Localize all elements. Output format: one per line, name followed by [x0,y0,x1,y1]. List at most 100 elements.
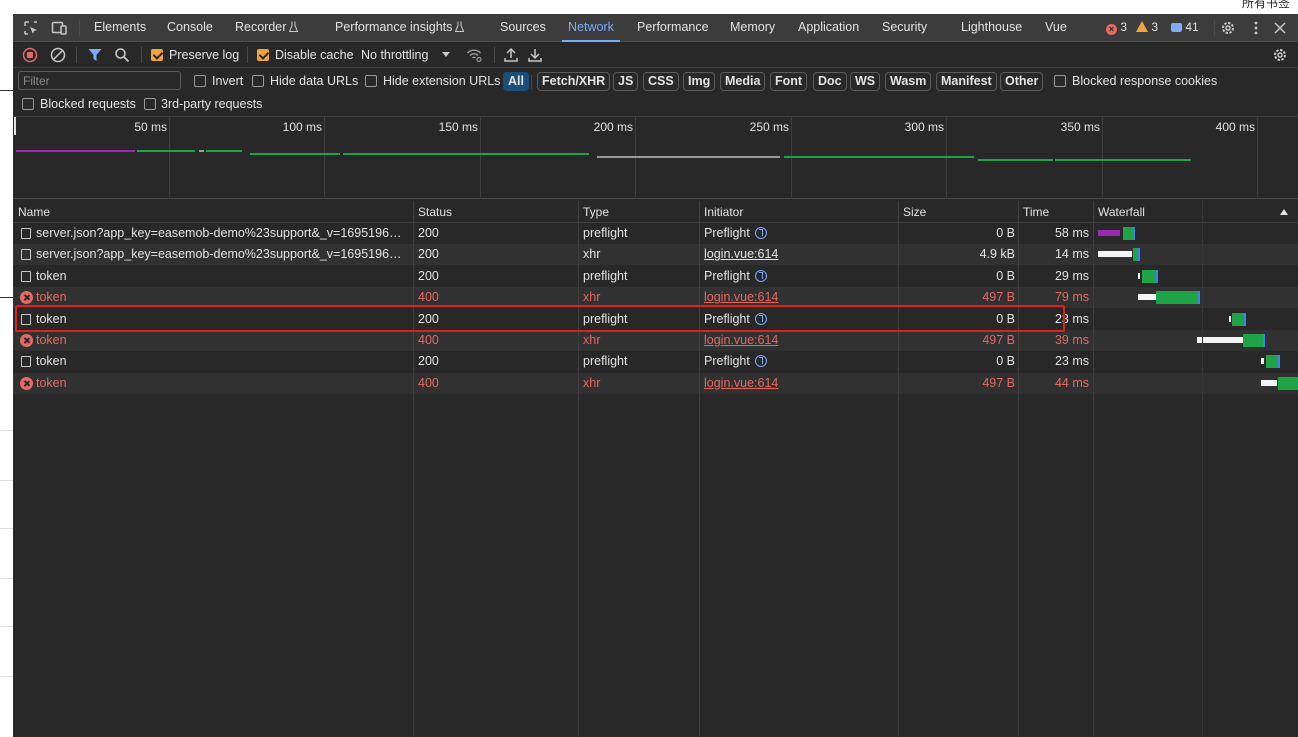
type-filter-font[interactable]: Font [770,72,808,91]
waterfall-bar[interactable] [1142,269,1156,283]
disable-cache-checkbox[interactable] [257,49,269,61]
waterfall-bar[interactable] [1133,227,1135,240]
all-bookmarks-label[interactable]: 所有书签 [1242,0,1290,11]
request-name[interactable]: token [36,287,408,308]
type-filter-wasm[interactable]: Wasm [885,72,932,91]
more-options-icon[interactable] [1248,20,1264,36]
waterfall-bar[interactable] [1156,269,1158,283]
type-filter-manifest[interactable]: Manifest [936,72,997,91]
waterfall-bar[interactable] [1138,294,1156,301]
waterfall-bar[interactable] [1261,358,1264,365]
tab-memory[interactable]: Memory [730,14,775,41]
waterfall-bar[interactable] [1098,251,1132,258]
type-filter-css[interactable]: CSS [643,72,679,91]
sort-ascending-icon[interactable] [1280,209,1288,215]
table-row[interactable]: token 200 preflight Preflight 0 B 23 ms [13,351,1298,373]
request-name[interactable]: token [36,309,408,330]
network-settings-gear-icon[interactable] [1272,47,1288,63]
waterfall-bar[interactable] [1266,355,1278,369]
tab-lighthouse[interactable]: Lighthouse [961,14,1022,41]
invert-checkbox[interactable] [194,75,206,87]
column-header-name[interactable]: Name [13,201,413,223]
preflight-link-icon[interactable] [754,269,767,282]
waterfall-bar[interactable] [1098,230,1120,236]
tab-elements[interactable]: Elements [94,14,146,41]
filter-funnel-icon[interactable] [87,47,103,63]
table-row[interactable]: server.json?app_key=easemob-demo%23suppo… [13,244,1298,266]
waterfall-bar[interactable] [1138,272,1140,279]
preflight-link-icon[interactable] [754,312,767,325]
column-header-waterfall[interactable]: Waterfall [1093,201,1293,223]
waterfall-bar[interactable] [1198,291,1200,305]
throttling-select[interactable]: No throttling [361,42,428,68]
column-header-status[interactable]: Status [413,201,578,223]
waterfall-bar[interactable] [1278,376,1298,390]
preserve-log-checkbox[interactable] [151,49,163,61]
preflight-link-icon[interactable] [754,355,767,368]
request-name[interactable]: token [36,373,408,394]
waterfall-bar[interactable] [1261,379,1277,386]
request-name[interactable]: token [36,351,408,372]
clear-icon[interactable] [50,47,66,63]
tab-sources[interactable]: Sources [500,14,546,41]
type-filter-doc[interactable]: Doc [813,72,847,91]
blocked-requests-checkbox[interactable] [22,98,34,110]
message-count-badge[interactable]: 41 [1171,14,1199,41]
waterfall-bar[interactable] [1278,355,1280,369]
warning-count-badge[interactable]: 3 [1136,14,1158,41]
request-name[interactable]: token [36,266,408,287]
table-row[interactable]: token 200 preflight Preflight 0 B 23 ms [13,308,1298,330]
column-header-size[interactable]: Size [898,201,1018,223]
type-filter-ws[interactable]: WS [850,72,881,91]
settings-gear-icon[interactable] [1220,20,1236,36]
search-icon[interactable] [114,47,130,63]
hide-data-urls-checkbox[interactable] [252,75,264,87]
tab-vue[interactable]: Vue [1045,14,1067,41]
tab-application[interactable]: Application [798,14,859,41]
waterfall-bar[interactable] [1156,291,1198,305]
network-overview-timeline[interactable]: 50 ms 100 ms 150 ms 200 ms 250 ms 300 ms… [13,117,1298,199]
column-header-initiator[interactable]: Initiator [699,201,898,223]
blocked-response-cookies-checkbox[interactable] [1054,75,1066,87]
request-name[interactable]: server.json?app_key=easemob-demo%23suppo… [36,223,408,244]
table-row[interactable]: token 400 xhr login.vue:614 497 B 39 ms [13,330,1298,351]
column-header-time[interactable]: Time [1018,201,1094,223]
inspect-element-icon[interactable] [23,20,39,36]
hide-extension-urls-checkbox[interactable] [365,75,377,87]
filter-input[interactable] [18,71,181,90]
type-filter-img[interactable]: Img [683,72,716,91]
export-har-icon[interactable] [527,47,543,63]
waterfall-bar[interactable] [1244,312,1246,326]
request-initiator-link[interactable]: login.vue:614 [704,373,894,394]
device-toolbar-icon[interactable] [51,20,67,36]
tab-recorder[interactable]: Recorder [235,14,299,41]
tab-security[interactable]: Security [882,14,927,41]
preflight-link-icon[interactable] [754,227,767,239]
column-header-type[interactable]: Type [578,201,699,223]
third-party-requests-checkbox[interactable] [144,98,156,110]
tab-performance-insights[interactable]: Performance insights [335,14,465,41]
tab-console[interactable]: Console [167,14,213,41]
type-filter-js[interactable]: JS [613,72,639,91]
type-filter-other[interactable]: Other [1000,72,1044,91]
table-row[interactable]: server.json?app_key=easemob-demo%23suppo… [13,223,1298,244]
type-filter-all[interactable]: All [503,72,529,91]
network-conditions-icon[interactable] [466,47,482,63]
import-har-icon[interactable] [503,47,519,63]
tab-performance[interactable]: Performance [637,14,709,41]
waterfall-bar[interactable] [1243,334,1263,347]
waterfall-bar[interactable] [1232,312,1244,326]
table-row[interactable]: token 200 preflight Preflight 0 B 29 ms [13,265,1298,287]
waterfall-bar[interactable] [1229,315,1231,322]
tab-network[interactable]: Network [562,14,620,42]
request-name[interactable]: server.json?app_key=easemob-demo%23suppo… [36,244,408,265]
error-count-badge[interactable]: × 3 [1106,14,1127,41]
record-stop-icon[interactable] [22,47,38,63]
type-filter-media[interactable]: Media [720,72,766,91]
waterfall-bar[interactable] [1197,337,1243,343]
type-filter-fetch-xhr[interactable]: Fetch/XHR [537,72,611,91]
close-icon[interactable] [1272,20,1288,36]
waterfall-bar[interactable] [1263,334,1265,347]
request-initiator-link[interactable]: login.vue:614 [704,287,894,308]
waterfall-bar[interactable] [1123,227,1133,240]
